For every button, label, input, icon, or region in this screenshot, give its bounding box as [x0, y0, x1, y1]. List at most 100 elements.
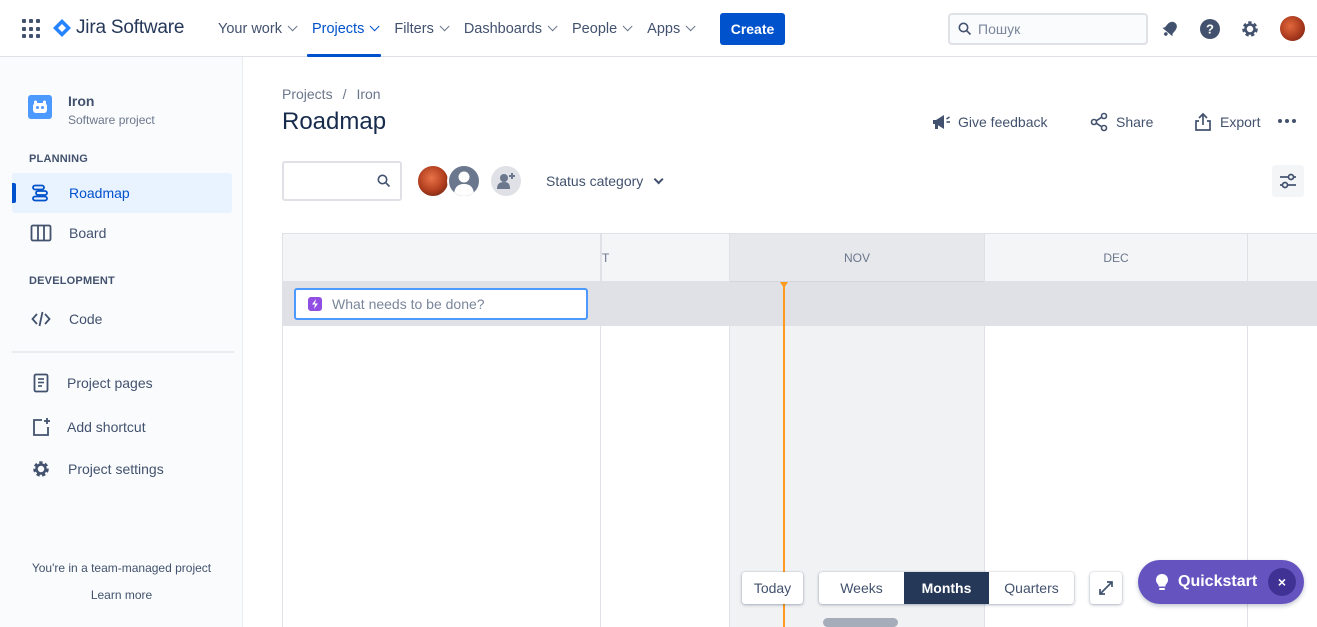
breadcrumb-separator: / [342, 86, 347, 102]
weeks-button[interactable]: Weeks [819, 572, 904, 604]
sidebar-item-board[interactable]: Board [12, 213, 232, 253]
nav-filters[interactable]: Filters [385, 0, 454, 57]
sidebar-item-label: Project pages [67, 375, 153, 391]
user-avatar[interactable] [1280, 16, 1305, 41]
nav-apps[interactable]: Apps [638, 0, 701, 57]
sidebar-item-roadmap[interactable]: Roadmap [12, 173, 232, 213]
month-label: NOV [843, 251, 870, 265]
sidebar-divider [12, 351, 234, 353]
month-label: T [602, 251, 610, 265]
month-gridline [729, 282, 730, 627]
sidebar-item-label: Project settings [68, 461, 164, 477]
add-people-button[interactable] [489, 164, 523, 198]
project-header[interactable]: Iron Software project [28, 93, 155, 127]
sliders-icon [1280, 173, 1296, 189]
nav-projects[interactable]: Projects [303, 0, 385, 57]
sidebar-item-project-settings[interactable]: Project settings [12, 449, 232, 489]
today-button[interactable]: Today [742, 572, 803, 604]
global-search[interactable] [948, 13, 1148, 45]
create-epic-input[interactable] [332, 296, 572, 312]
page-title: Roadmap [282, 108, 387, 135]
sidebar-item-project-pages[interactable]: Project pages [12, 363, 232, 403]
view-settings-button[interactable] [1272, 165, 1304, 197]
share-icon [1088, 111, 1110, 133]
sidebar-item-label: Roadmap [69, 185, 130, 201]
month-dec: DEC [984, 234, 1247, 282]
chevron-down-icon [653, 173, 664, 184]
board-icon [30, 222, 52, 244]
status-category-label: Status category [546, 173, 644, 189]
chevron-down-icon [622, 21, 633, 32]
nav-label: Your work [218, 20, 282, 37]
chevron-down-icon [547, 21, 558, 32]
breadcrumb: Projects / Iron [282, 86, 381, 102]
fullscreen-button[interactable] [1090, 572, 1122, 604]
roadmap-search-input[interactable] [292, 173, 377, 189]
search-icon [377, 174, 391, 188]
months-button[interactable]: Months [904, 572, 989, 604]
learn-more-link[interactable]: Learn more [0, 588, 243, 602]
help-icon[interactable]: ? [1198, 17, 1222, 41]
search-input[interactable] [978, 21, 1138, 37]
give-feedback-button[interactable]: Give feedback [930, 111, 1048, 133]
export-button[interactable]: Export [1192, 111, 1260, 133]
export-label: Export [1220, 114, 1261, 130]
share-button[interactable]: Share [1088, 111, 1153, 133]
primary-nav: Your work Projects Filters Dashboards Pe… [209, 0, 701, 57]
quickstart-button[interactable]: Quickstart × [1138, 560, 1304, 604]
close-icon[interactable]: × [1268, 568, 1296, 596]
settings-gear-icon [30, 458, 52, 480]
project-avatar-icon [28, 95, 52, 119]
person-icon [454, 171, 474, 196]
nav-dashboards[interactable]: Dashboards [455, 0, 563, 57]
chevron-down-icon [370, 21, 380, 32]
nav-label: Dashboards [463, 20, 543, 37]
project-name: Iron [68, 93, 95, 109]
jira-diamond-icon [53, 19, 71, 37]
chevron-down-icon [287, 21, 298, 32]
expand-icon [1099, 581, 1113, 595]
more-actions-icon[interactable] [1278, 119, 1299, 123]
apps-grid-icon[interactable] [22, 19, 42, 39]
status-category-dropdown[interactable]: Status category [546, 173, 664, 189]
chevron-down-icon [439, 21, 450, 32]
horizontal-scrollbar[interactable] [823, 618, 898, 627]
give-feedback-label: Give feedback [958, 114, 1048, 130]
sidebar-item-label: Add shortcut [67, 419, 146, 435]
create-button[interactable]: Create [720, 13, 785, 45]
notification-bell-icon[interactable] [1158, 17, 1182, 41]
sidebar-item-add-shortcut[interactable]: Add shortcut [12, 407, 232, 447]
nav-your-work[interactable]: Your work [209, 0, 303, 57]
quickstart-label: Quickstart [1178, 573, 1258, 590]
breadcrumb-iron[interactable]: Iron [356, 86, 380, 102]
chevron-down-icon [685, 21, 696, 32]
add-shortcut-icon [30, 416, 52, 438]
unassigned-avatar-filter[interactable] [447, 164, 481, 198]
nav-people[interactable]: People [563, 0, 638, 57]
lightbulb-icon [1156, 574, 1168, 590]
svg-text:?: ? [1206, 22, 1214, 37]
roadmap-icon [30, 182, 52, 204]
section-development: DEVELOPMENT [29, 275, 115, 287]
quarters-button[interactable]: Quarters [989, 572, 1074, 604]
settings-gear-icon[interactable] [1238, 17, 1262, 41]
add-person-icon [497, 173, 515, 189]
nav-label: Apps [647, 20, 681, 37]
nav-label: Projects [311, 20, 365, 37]
today-control: Today [742, 572, 803, 604]
month-nov: NOV [729, 234, 984, 282]
code-icon [30, 308, 52, 330]
breadcrumb-projects[interactable]: Projects [282, 86, 333, 102]
jira-logo[interactable]: Jira Software [52, 17, 184, 39]
create-epic-field[interactable] [294, 288, 588, 320]
roadmap-search[interactable] [282, 161, 402, 201]
sidebar-item-label: Board [69, 225, 107, 241]
page-icon [30, 372, 52, 394]
sidebar-item-code[interactable]: Code [12, 299, 232, 339]
search-icon [958, 22, 972, 36]
section-planning: PLANNING [29, 153, 89, 165]
assignee-avatar-filter[interactable] [416, 164, 450, 198]
top-navigation: Jira Software Your work Projects Filters… [0, 0, 1317, 57]
month-next [1247, 234, 1317, 282]
nav-label: Filters [394, 20, 434, 37]
